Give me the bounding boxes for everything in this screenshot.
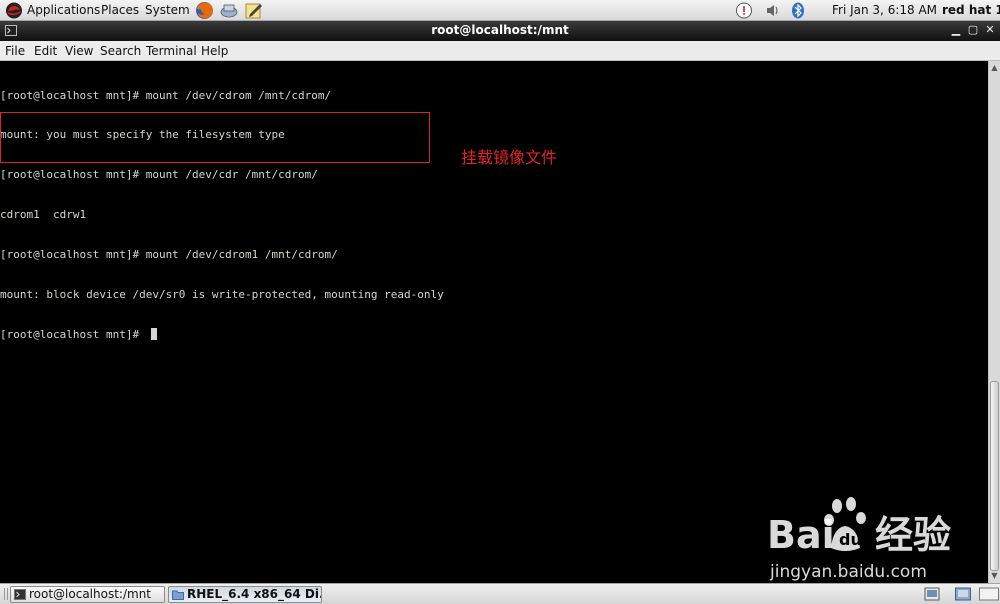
minimize-button[interactable]: ▁	[949, 23, 963, 37]
scrollbar-thumb[interactable]	[990, 381, 999, 571]
terminal-prompt-line: [root@localhost mnt]#	[0, 327, 444, 341]
workspace-switcher-icon[interactable]	[955, 587, 971, 601]
scroll-up-icon[interactable]: ▲	[989, 62, 1000, 73]
maximize-button[interactable]: ▢	[966, 23, 980, 37]
folder-icon	[172, 590, 184, 600]
top-panel: Applications Places System Fri Jan 3, 6:…	[0, 0, 1000, 21]
terminal-scrollbar[interactable]: ▲ ▼	[988, 61, 1000, 583]
terminal-line: mount: block device /dev/sr0 is write-pr…	[0, 288, 444, 302]
places-menu[interactable]: Places	[101, 3, 139, 17]
terminal-line: [root@localhost mnt]# mount /dev/cdrom /…	[0, 88, 332, 102]
update-notifier-icon[interactable]	[735, 2, 753, 19]
svg-text:经验: 经验	[875, 513, 951, 557]
close-button[interactable]: ✕	[983, 23, 997, 37]
menu-search[interactable]: Search	[100, 44, 141, 58]
watermark-url: jingyan.baidu.com	[770, 562, 927, 582]
user-menu[interactable]: red hat 1	[942, 3, 1000, 17]
network-servers-icon[interactable]	[219, 2, 239, 19]
menu-help[interactable]: Help	[201, 44, 228, 58]
text-editor-icon[interactable]	[245, 2, 263, 19]
bottom-panel: root@localhost:/mnt RHEL_6.4 x86_64 Di..…	[0, 583, 1000, 604]
workspace-2-icon[interactable]	[979, 587, 999, 601]
terminal-icon	[14, 589, 26, 600]
menu-view[interactable]: View	[65, 44, 93, 58]
menu-edit[interactable]: Edit	[34, 44, 57, 58]
menu-terminal[interactable]: Terminal	[146, 44, 197, 58]
bluetooth-icon[interactable]	[789, 2, 807, 19]
system-menu[interactable]: System	[145, 3, 190, 17]
redhat-logo-icon[interactable]	[5, 2, 23, 19]
clock[interactable]: Fri Jan 3, 6:18 AM	[832, 3, 937, 17]
menubar: File Edit View Search Terminal Help	[0, 41, 1000, 61]
terminal-line: cdrom1 cdrw1	[0, 208, 87, 222]
terminal-prompt: [root@localhost mnt]#	[0, 327, 146, 341]
terminal-output: [root@localhost mnt]# mount /dev/cdrom /…	[0, 62, 444, 368]
terminal-line: [root@localhost mnt]# mount /dev/cdrom1 …	[0, 248, 338, 262]
show-desktop-icon[interactable]	[924, 587, 940, 601]
text-cursor	[150, 327, 157, 340]
applications-menu[interactable]: Applications	[27, 3, 100, 17]
taskbar-item-label: RHEL_6.4 x86_64 Di...	[187, 587, 322, 601]
svg-text:du: du	[839, 530, 862, 549]
panel-handle-icon	[4, 588, 8, 600]
terminal-line: [root@localhost mnt]# mount /dev/cdr /mn…	[0, 168, 318, 182]
annotation-label: 挂载镜像文件	[461, 148, 558, 167]
taskbar-item-rhel-disc[interactable]: RHEL_6.4 x86_64 Di...	[168, 586, 322, 603]
highlight-box	[0, 112, 430, 163]
taskbar-item-terminal[interactable]: root@localhost:/mnt	[10, 586, 165, 603]
menu-file[interactable]: File	[5, 44, 25, 58]
window-title: root@localhost:/mnt	[431, 23, 569, 37]
scroll-down-icon[interactable]: ▼	[989, 570, 1000, 581]
taskbar-item-label: root@localhost:/mnt	[29, 587, 152, 601]
window-titlebar[interactable]: root@localhost:/mnt ▁ ▢ ✕	[0, 21, 1000, 41]
firefox-icon[interactable]	[195, 1, 214, 20]
volume-icon[interactable]	[764, 2, 782, 19]
